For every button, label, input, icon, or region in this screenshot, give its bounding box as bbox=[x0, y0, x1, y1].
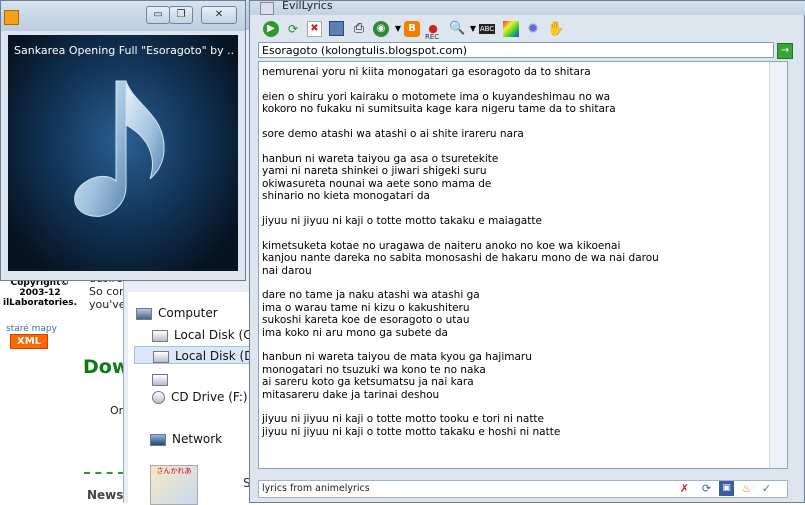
network-icon bbox=[150, 433, 166, 446]
copyright-line-2: 2003-12 bbox=[19, 288, 61, 298]
window-icon[interactable]: ▣ bbox=[719, 481, 734, 496]
go-button[interactable]: → bbox=[777, 43, 793, 59]
dashed-divider bbox=[84, 472, 124, 474]
tree-label: CD Drive (F:) bbox=[171, 390, 248, 404]
tree-item-local-disk-d[interactable]: Local Disk (D bbox=[134, 346, 262, 364]
player-restore-button[interactable]: ❐ bbox=[169, 6, 193, 24]
tree-label: Local Disk (C bbox=[174, 328, 252, 342]
xml-badge[interactable]: XML bbox=[10, 334, 49, 349]
status-text: lyrics from animelyrics bbox=[262, 483, 370, 494]
player-title-bar[interactable]: ▭ ❐ ✕ bbox=[1, 1, 245, 31]
blogger-icon[interactable]: B bbox=[404, 21, 420, 37]
sync-icon[interactable]: ⟳ bbox=[699, 481, 714, 496]
cd-icon bbox=[152, 391, 165, 404]
check-icon[interactable]: ✓ bbox=[759, 481, 774, 496]
media-player-window: ▭ ❐ ✕ Sankarea Opening Full "Esoragoto" … bbox=[0, 0, 246, 281]
search-icon[interactable]: 🔍 bbox=[449, 21, 465, 37]
lyrics-source-field[interactable]: Esoragoto (kolongtulis.blogspot.com) bbox=[258, 42, 774, 58]
delete-icon[interactable]: ✖ bbox=[307, 21, 322, 37]
record-label: REC bbox=[425, 33, 440, 41]
color-icon[interactable] bbox=[503, 21, 519, 37]
print-icon[interactable]: ⎙ bbox=[351, 21, 367, 37]
tree-item-network[interactable]: Network bbox=[150, 430, 222, 448]
player-close-button[interactable]: ✕ bbox=[201, 6, 237, 24]
lyrics-panel[interactable]: nemurenai yoru ni kiita monogatari ga es… bbox=[258, 61, 788, 469]
evillyrics-app-icon bbox=[260, 2, 274, 15]
drive-icon bbox=[152, 373, 168, 386]
web-icon[interactable]: ◉ bbox=[373, 21, 389, 37]
player-app-icon bbox=[4, 10, 19, 25]
evillyrics-title-bar[interactable]: EvilLyrics bbox=[250, 0, 805, 15]
save-icon[interactable] bbox=[329, 21, 344, 36]
news-heading[interactable]: News bbox=[87, 488, 123, 502]
tree-item-computer[interactable]: Computer bbox=[136, 304, 218, 322]
status-icons: ✗ ⟳ ▣ ♨ ✓ bbox=[677, 481, 787, 497]
thumbnail-text: さんかれあ bbox=[156, 467, 192, 475]
or-text: Or bbox=[110, 404, 124, 417]
evillyrics-window: EvilLyrics ▶ ⟳ ✖ ⎙ ◉ ▼ B ● REC 🔍 ▼ ABC ✹… bbox=[249, 0, 805, 503]
play-icon[interactable]: ▶ bbox=[263, 21, 279, 37]
tree-label: Network bbox=[172, 432, 223, 446]
tree-item-drive[interactable] bbox=[152, 370, 174, 388]
copyright-notice: Copyright© 2003-12 ilLaboratories. bbox=[2, 278, 78, 308]
cancel-icon[interactable]: ✗ bbox=[677, 481, 692, 496]
stare-mapy-link[interactable]: staré mapy bbox=[6, 324, 57, 334]
tree-item-local-disk-c[interactable]: Local Disk (C bbox=[152, 326, 252, 344]
lyrics-scrollbar[interactable] bbox=[769, 62, 787, 468]
lyrics-text: nemurenai yoru ni kiita monogatari ga es… bbox=[262, 66, 659, 438]
video-thumbnail[interactable]: さんかれあ bbox=[150, 465, 198, 505]
evillyrics-title: EvilLyrics bbox=[282, 0, 333, 12]
player-minimize-button[interactable]: ▭ bbox=[146, 6, 170, 24]
refresh-icon[interactable]: ⟳ bbox=[285, 21, 301, 37]
settings-icon[interactable]: ✹ bbox=[525, 21, 541, 37]
evillyrics-toolbar: ▶ ⟳ ✖ ⎙ ◉ ▼ B ● REC 🔍 ▼ ABC ✹ ✋ bbox=[259, 21, 799, 41]
player-video-area[interactable]: Sankarea Opening Full "Esoragoto" by ... bbox=[8, 35, 238, 271]
hand-icon[interactable]: ✋ bbox=[547, 21, 564, 37]
computer-icon bbox=[136, 307, 152, 320]
now-playing-title: Sankarea Opening Full "Esoragoto" by ... bbox=[14, 44, 234, 57]
drive-icon bbox=[152, 329, 168, 342]
fire-icon[interactable]: ♨ bbox=[739, 481, 754, 496]
tree-label: Local Disk (D bbox=[175, 349, 254, 363]
tree-label: Computer bbox=[158, 306, 218, 320]
abc-icon[interactable]: ABC bbox=[479, 24, 495, 34]
tree-item-cd-drive[interactable]: CD Drive (F:) bbox=[152, 388, 248, 406]
drive-icon bbox=[153, 350, 169, 363]
music-note-icon bbox=[74, 80, 165, 217]
copyright-line-3: ilLaboratories. bbox=[2, 298, 77, 308]
